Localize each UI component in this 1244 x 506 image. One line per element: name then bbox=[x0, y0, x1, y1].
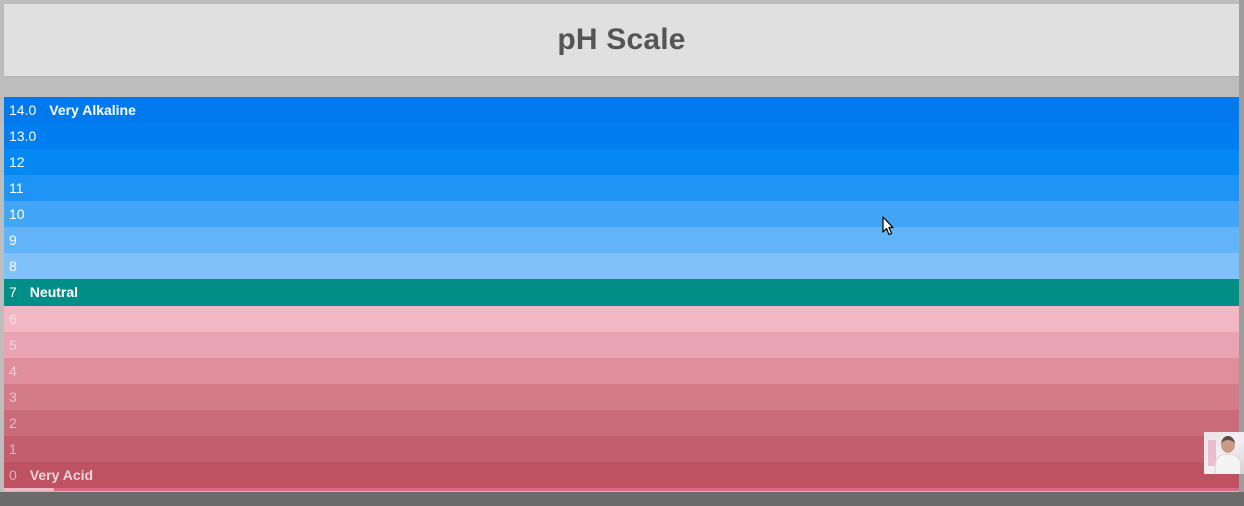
scale-base-bar bbox=[4, 488, 1239, 491]
ph-value: 2 bbox=[9, 414, 17, 431]
ph-value: 4 bbox=[9, 362, 17, 379]
title-bar: pH Scale bbox=[4, 4, 1239, 76]
ph-label: Very Alkaline bbox=[49, 102, 136, 119]
ph-row: 7 Neutral bbox=[4, 279, 1239, 306]
ph-value: 13.0 bbox=[9, 128, 37, 145]
ph-row: 11 bbox=[4, 175, 1239, 202]
ph-row: 6 bbox=[4, 305, 1239, 332]
ph-row: 2 bbox=[4, 409, 1239, 436]
ph-row: 12 bbox=[4, 149, 1239, 176]
ph-value: 6 bbox=[9, 310, 17, 327]
webcam-person-torso bbox=[1215, 454, 1241, 474]
ph-label: Neutral bbox=[29, 284, 79, 301]
ph-value: 7 bbox=[9, 284, 17, 301]
ph-row: 1 bbox=[4, 435, 1239, 462]
ph-row: 5 bbox=[4, 331, 1239, 358]
ph-value: 11 bbox=[9, 180, 24, 197]
ph-value: 8 bbox=[9, 258, 17, 275]
ph-value: 3 bbox=[9, 388, 17, 405]
progress-bar bbox=[4, 488, 54, 491]
ph-row: 4 bbox=[4, 357, 1239, 384]
ph-value: 10 bbox=[9, 206, 25, 223]
ph-value: 9 bbox=[9, 232, 17, 249]
webcam-person-head bbox=[1221, 436, 1235, 453]
ph-value: 12 bbox=[9, 154, 25, 171]
ph-value: 0 bbox=[9, 466, 17, 483]
ph-value: 5 bbox=[9, 336, 17, 353]
ph-label: Very Acid bbox=[29, 466, 94, 483]
window-right-edge bbox=[1239, 0, 1244, 492]
ph-row: 0 Very Acid bbox=[4, 461, 1239, 488]
page-title: pH Scale bbox=[557, 23, 686, 56]
ph-row: 9 bbox=[4, 227, 1239, 254]
ph-value: 1 bbox=[9, 440, 17, 457]
ph-row: 13.0 bbox=[4, 123, 1239, 150]
ph-value: 14.0 bbox=[9, 102, 37, 119]
mouse-pointer-icon bbox=[882, 216, 894, 236]
ph-row: 3 bbox=[4, 383, 1239, 410]
ph-row: 8 bbox=[4, 253, 1239, 280]
webcam-thumbnail-icon bbox=[1204, 432, 1244, 474]
window-bottom-bar bbox=[0, 492, 1244, 506]
ph-row: 10 bbox=[4, 201, 1239, 228]
ph-row: 14.0 Very Alkaline bbox=[4, 97, 1239, 124]
ph-scale: 14.0 Very Alkaline 13.0 12 11 10 9 8 7 Neutral 6 5 4… bbox=[4, 97, 1239, 488]
